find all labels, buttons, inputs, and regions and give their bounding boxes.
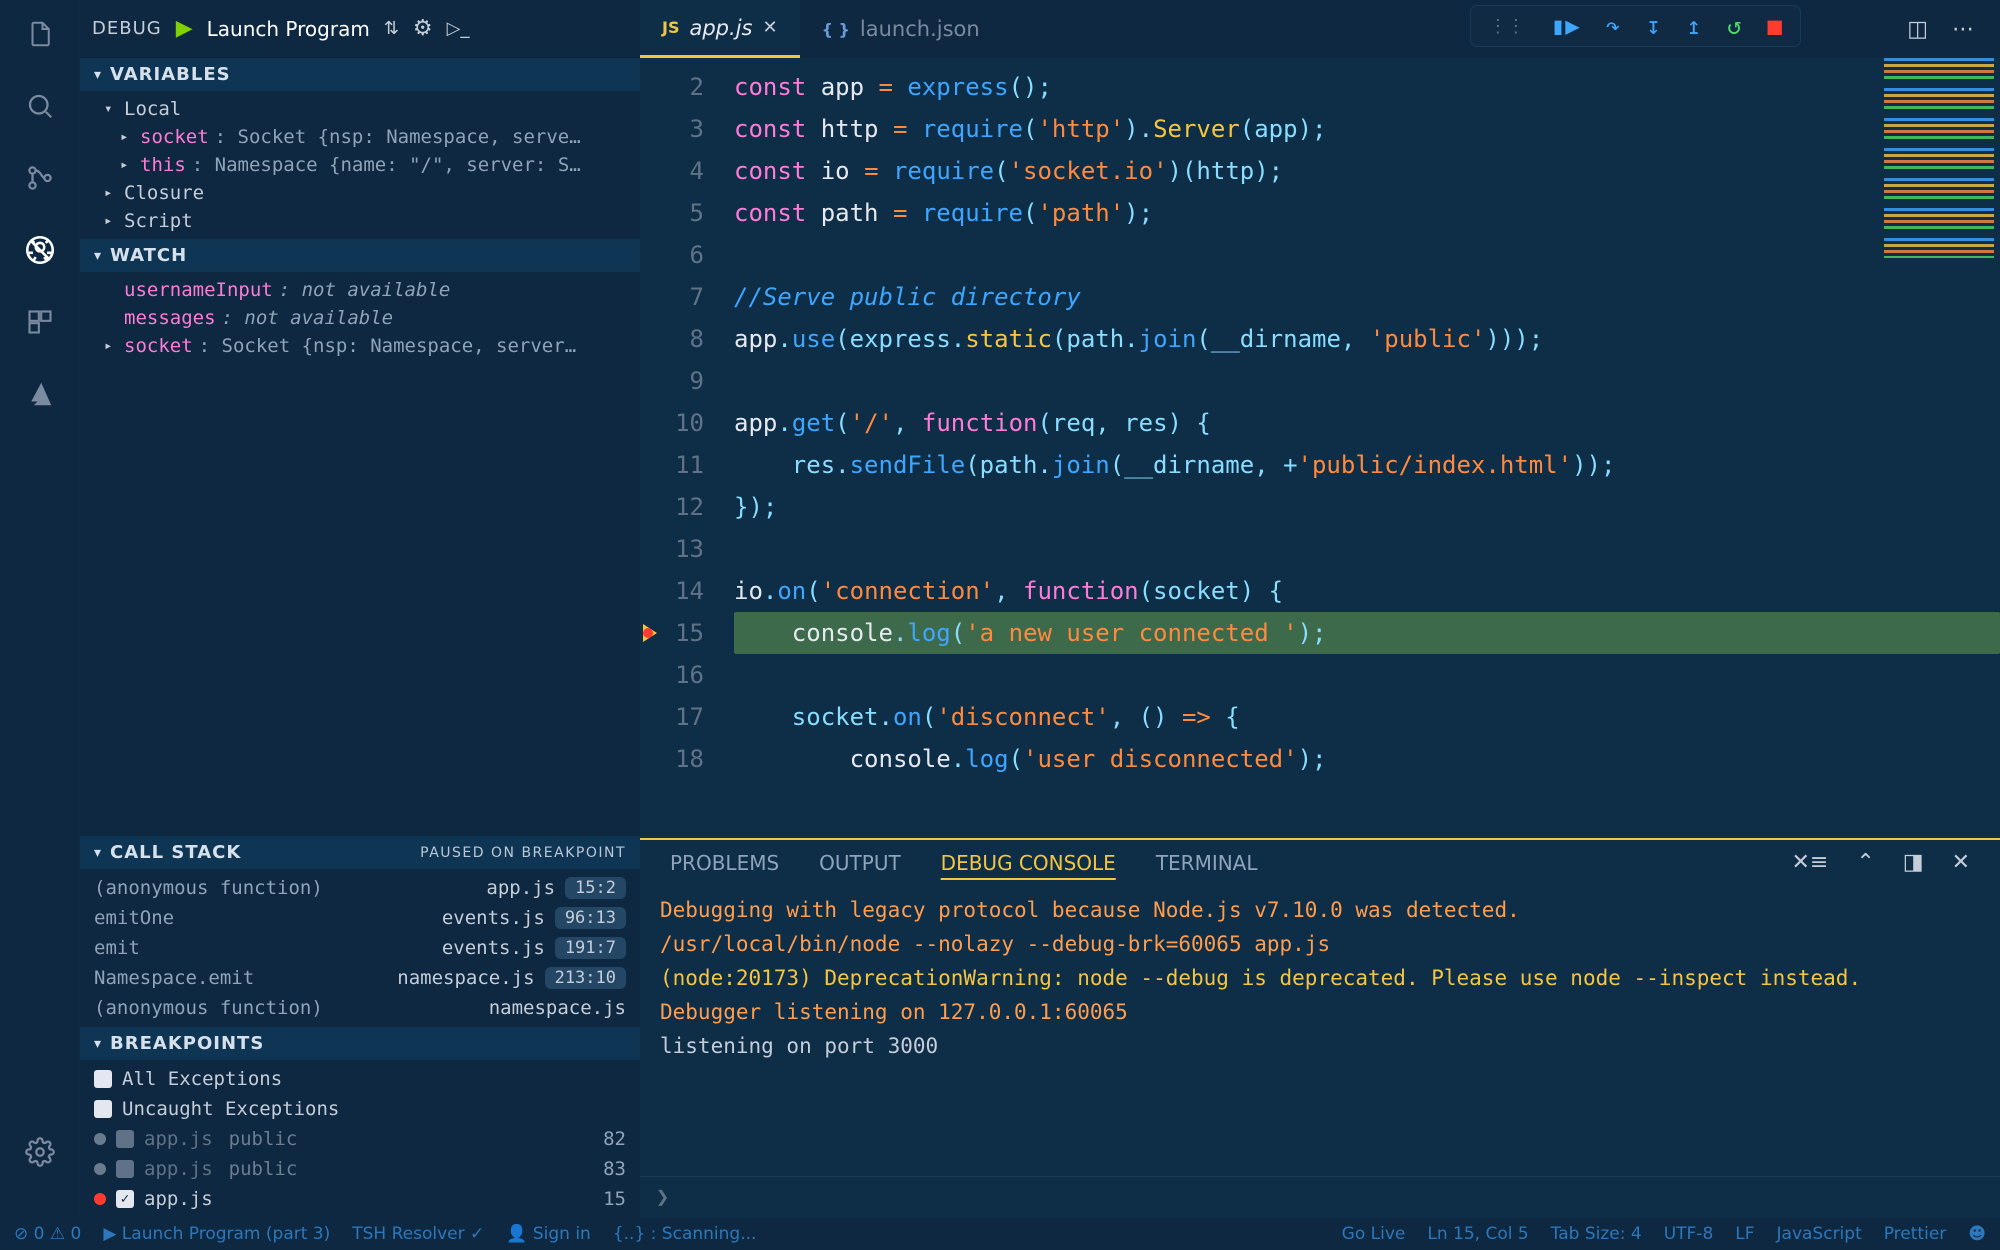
files-icon[interactable] [20, 14, 60, 54]
statusbar-item[interactable]: Ln 15, Col 5 [1427, 1224, 1528, 1244]
bottom-panel: PROBLEMS OUTPUT DEBUG CONSOLE TERMINAL ✕≡ ⌃… [640, 838, 2000, 1218]
search-icon[interactable] [20, 86, 60, 126]
debug-console-icon[interactable]: ▷_ [447, 18, 470, 39]
variables-closure-scope[interactable]: ▸Closure [80, 179, 640, 207]
js-file-icon: JS [662, 18, 679, 37]
restart-icon[interactable]: ↺ [1727, 12, 1741, 40]
debug-config-name[interactable]: Launch Program [207, 17, 370, 41]
tab-app-js[interactable]: JSapp.js✕ [640, 0, 800, 58]
checkbox-icon[interactable]: ✓ [116, 1160, 134, 1178]
extensions-icon[interactable] [20, 302, 60, 342]
statusbar-item[interactable]: ▶ Launch Program (part 3) [103, 1224, 330, 1244]
breakpoint-all-exceptions[interactable]: ✓All Exceptions [80, 1064, 640, 1094]
breakpoint-marker-icon[interactable] [643, 624, 657, 642]
config-gear-icon[interactable]: ⚙ [413, 16, 433, 41]
minimap[interactable] [1884, 58, 1994, 258]
debug-console-output[interactable]: Debugging with legacy protocol because N… [640, 885, 2000, 1176]
collapse-icon[interactable]: ⌃ [1856, 850, 1874, 875]
debug-toolbar[interactable]: ⋮⋮ ▮▶ ↷ ↧ ↥ ↺ ■ [1471, 6, 1800, 46]
settings-gear-icon[interactable] [20, 1132, 60, 1172]
watch-section-header[interactable]: ▾WATCH [80, 239, 640, 272]
callstack-row[interactable]: Namespace.emitnamespace.js213:10 [80, 963, 640, 993]
statusbar-item[interactable]: ⊘ 0 ⚠ 0 [14, 1224, 81, 1244]
step-out-icon[interactable]: ↥ [1687, 12, 1701, 40]
callstack-row[interactable]: (anonymous function)namespace.js [80, 993, 640, 1023]
debug-label: DEBUG [92, 18, 162, 39]
breakpoint-uncaught-exceptions[interactable]: ✓Uncaught Exceptions [80, 1094, 640, 1124]
step-into-icon[interactable]: ↧ [1646, 12, 1660, 40]
debug-console-input[interactable]: ❯ [640, 1176, 2000, 1218]
variables-section-header[interactable]: ▾VARIABLES [80, 58, 640, 91]
panel-tabs: PROBLEMS OUTPUT DEBUG CONSOLE TERMINAL ✕≡ ⌃… [640, 840, 2000, 885]
breakpoint-dot-icon [94, 1133, 106, 1145]
step-over-icon[interactable]: ↷ [1606, 12, 1620, 40]
variables-script-scope[interactable]: ▸Script [80, 207, 640, 235]
statusbar-item[interactable]: TSH Resolver ✓ [352, 1224, 484, 1244]
callstack-section-header[interactable]: ▾CALL STACKPAUSED ON BREAKPOINT [80, 836, 640, 869]
checkbox-icon[interactable]: ✓ [116, 1130, 134, 1148]
breakpoint-dot-icon [94, 1163, 106, 1175]
azure-icon[interactable] [20, 374, 60, 414]
panel-tab[interactable]: DEBUG CONSOLE [941, 851, 1116, 875]
variable-row[interactable]: ▸socket: Socket {nsp: Namespace, serve… [80, 123, 640, 151]
statusbar-item[interactable]: JavaScript [1777, 1224, 1862, 1244]
breakpoint-dot-icon [94, 1193, 106, 1205]
watch-row[interactable]: ▸socket: Socket {nsp: Namespace, server… [80, 332, 640, 360]
checkbox-icon[interactable]: ✓ [94, 1100, 112, 1118]
statusbar-item[interactable]: UTF-8 [1664, 1224, 1714, 1244]
watch-row[interactable]: messages: not available [80, 304, 640, 332]
callstack-row[interactable]: emitevents.js191:7 [80, 933, 640, 963]
maximize-panel-icon[interactable]: ◨ [1903, 850, 1924, 875]
grip-icon[interactable]: ⋮⋮ [1489, 16, 1525, 37]
statusbar-item[interactable]: Go Live [1342, 1224, 1406, 1244]
statusbar-item[interactable]: ☻ [1968, 1224, 1986, 1244]
config-updown-icon[interactable]: ⇅ [384, 18, 399, 39]
more-icon[interactable]: ⋯ [1952, 17, 1974, 42]
split-editor-icon[interactable]: ◫ [1907, 17, 1928, 42]
code-content[interactable]: const app = express();const http = requi… [722, 58, 2000, 838]
checkbox-icon[interactable]: ✓ [116, 1190, 134, 1208]
statusbar-item[interactable]: LF [1735, 1224, 1754, 1244]
stop-icon[interactable]: ■ [1768, 12, 1782, 40]
breakpoints-section-header[interactable]: ▾BREAKPOINTS [80, 1027, 640, 1060]
statusbar-item[interactable]: Prettier [1884, 1224, 1947, 1244]
debug-icon[interactable] [20, 230, 60, 270]
breakpoint-row[interactable]: ✓app.jspublic82 [80, 1124, 640, 1154]
activity-bar [0, 0, 80, 1218]
variables-local-scope[interactable]: ▾Local [80, 95, 640, 123]
statusbar-item[interactable]: {..} : Scanning... [613, 1224, 757, 1244]
json-file-icon: { } [822, 20, 850, 39]
debug-sidebar: ▾VARIABLES ▾Local ▸socket: Socket {nsp: … [80, 58, 640, 1218]
tab-launch-json[interactable]: { }launch.json [800, 0, 1002, 58]
statusbar-item[interactable]: 👤 Sign in [506, 1224, 591, 1244]
panel-tab[interactable]: TERMINAL [1156, 851, 1258, 875]
status-bar: ⊘ 0 ⚠ 0 ▶ Launch Program (part 3) TSH Reso… [0, 1218, 2000, 1250]
editor: JSapp.js✕ { }launch.json ◫ ⋯ ⋮⋮ ▮▶ ↷ ↧ ↥… [640, 0, 2000, 838]
variable-row[interactable]: ▸this: Namespace {name: "/", server: S… [80, 151, 640, 179]
panel-tab[interactable]: OUTPUT [819, 851, 901, 875]
close-panel-icon[interactable]: ✕ [1952, 850, 1970, 875]
callstack-row[interactable]: emitOneevents.js96:13 [80, 903, 640, 933]
start-debug-icon[interactable]: ▶ [176, 16, 193, 41]
close-icon[interactable]: ✕ [762, 17, 777, 38]
breakpoint-row[interactable]: ✓app.js15 [80, 1184, 640, 1214]
source-control-icon[interactable] [20, 158, 60, 198]
clear-console-icon[interactable]: ✕≡ [1791, 850, 1828, 875]
breakpoint-row[interactable]: ✓app.jspublic83 [80, 1154, 640, 1184]
watch-row[interactable]: usernameInput: not available [80, 276, 640, 304]
checkbox-icon[interactable]: ✓ [94, 1070, 112, 1088]
continue-icon[interactable]: ▮▶ [1551, 12, 1580, 40]
statusbar-item[interactable]: Tab Size: 4 [1551, 1224, 1642, 1244]
callstack-row[interactable]: (anonymous function)app.js15:2 [80, 873, 640, 903]
code-area[interactable]: 23456789101112131415161718 const app = e… [640, 58, 2000, 838]
debug-header: DEBUG ▶ Launch Program ⇅ ⚙ ▷_ [80, 0, 640, 58]
panel-tab[interactable]: PROBLEMS [670, 851, 779, 875]
